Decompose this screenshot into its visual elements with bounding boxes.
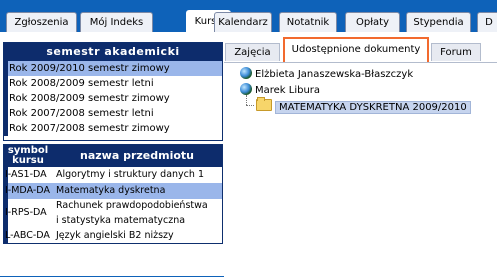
course-name-line1: Rachunek prawdopodobieństwa bbox=[56, 200, 208, 211]
course-table: symbol kursu nazwa przedmiotu I-AS1-DA A… bbox=[3, 144, 223, 244]
folder-icon bbox=[256, 97, 272, 111]
course-code: L-ABC-DA bbox=[5, 230, 50, 241]
course-name: Algorytmy i struktury danych 1 bbox=[56, 169, 204, 180]
sub-tab-bar: Zajęcia Udostępnione dokumenty Forum bbox=[224, 37, 497, 64]
globe-icon bbox=[240, 67, 252, 79]
course-name: Język angielski B2 niższy bbox=[56, 230, 174, 241]
tab-zajecia[interactable]: Zajęcia bbox=[225, 43, 280, 61]
course-code: I-MDA-DA bbox=[5, 185, 50, 196]
person-name: Marek Libura bbox=[255, 85, 321, 96]
semester-item[interactable]: Rok 2007/2008 semestr zimowy bbox=[4, 121, 222, 136]
course-name: Matematyka dyskretna bbox=[56, 185, 166, 196]
tab-more[interactable]: D bbox=[477, 12, 497, 32]
tree-connector bbox=[246, 105, 254, 106]
tab-zgloszenia[interactable]: Zgłoszenia bbox=[6, 12, 77, 32]
tab-oplaty[interactable]: Opłaty bbox=[345, 12, 400, 32]
tab-forum[interactable]: Forum bbox=[431, 43, 481, 61]
tab-notatnik[interactable]: Notatnik bbox=[279, 12, 337, 32]
course-row[interactable]: L-ABC-DA Język angielski B2 niższy bbox=[4, 229, 222, 243]
main-panel: semestr akademicki Rok 2009/2010 semestr… bbox=[0, 32, 497, 277]
course-row[interactable]: I-AS1-DA Algorytmy i struktury danych 1 bbox=[4, 167, 222, 183]
tab-udostepnione-dokumenty[interactable]: Udostępnione dokumenty bbox=[283, 37, 429, 64]
semester-panel: semestr akademicki Rok 2009/2010 semestr… bbox=[3, 42, 223, 141]
course-name-line2: i statystyka matematyczna bbox=[56, 215, 186, 226]
course-table-header: symbol kursu nazwa przedmiotu bbox=[4, 145, 222, 167]
tree-connector bbox=[246, 95, 247, 105]
semester-item[interactable]: Rok 2008/2009 semestr zimowy bbox=[4, 91, 222, 106]
tree-person[interactable]: Marek Libura bbox=[240, 83, 320, 96]
semester-header: semestr akademicki bbox=[4, 43, 222, 61]
tree-person[interactable]: Elżbieta Janaszewska-Błaszczyk bbox=[240, 67, 413, 80]
course-code: I-RPS-DA bbox=[5, 207, 47, 218]
tab-moj-indeks[interactable]: Mój Indeks bbox=[80, 12, 153, 32]
documents-tree: Elżbieta Janaszewska-Błaszczyk Marek Lib… bbox=[224, 62, 497, 277]
tab-stypendia[interactable]: Stypendia bbox=[406, 12, 471, 32]
folder-name: MATEMATYKA DYSKRETNA 2009/2010 bbox=[275, 101, 471, 114]
top-tab-bar: Zgłoszenia Mój Indeks Kursy Kalendarz No… bbox=[0, 0, 497, 33]
course-code: I-AS1-DA bbox=[5, 169, 47, 180]
semester-item[interactable]: Rok 2007/2008 semestr letni bbox=[4, 106, 222, 121]
semester-item[interactable]: Rok 2008/2009 semestr letni bbox=[4, 76, 222, 91]
globe-icon bbox=[240, 83, 252, 95]
tree-folder[interactable]: MATEMATYKA DYSKRETNA 2009/2010 bbox=[256, 97, 471, 114]
semester-item[interactable]: Rok 2009/2010 semestr zimowy bbox=[4, 61, 222, 76]
course-row[interactable]: I-MDA-DA Matematyka dyskretna bbox=[4, 183, 222, 199]
tab-kalendarz[interactable]: Kalendarz bbox=[214, 12, 272, 32]
person-name: Elżbieta Janaszewska-Błaszczyk bbox=[255, 69, 414, 80]
course-row[interactable]: I-RPS-DA Rachunek prawdopodobieństwa i s… bbox=[4, 199, 222, 229]
course-name-header: nazwa przedmiotu bbox=[80, 149, 194, 162]
course-code-header: symbol kursu bbox=[4, 145, 52, 166]
course-code-header-line2: kursu bbox=[12, 155, 44, 166]
